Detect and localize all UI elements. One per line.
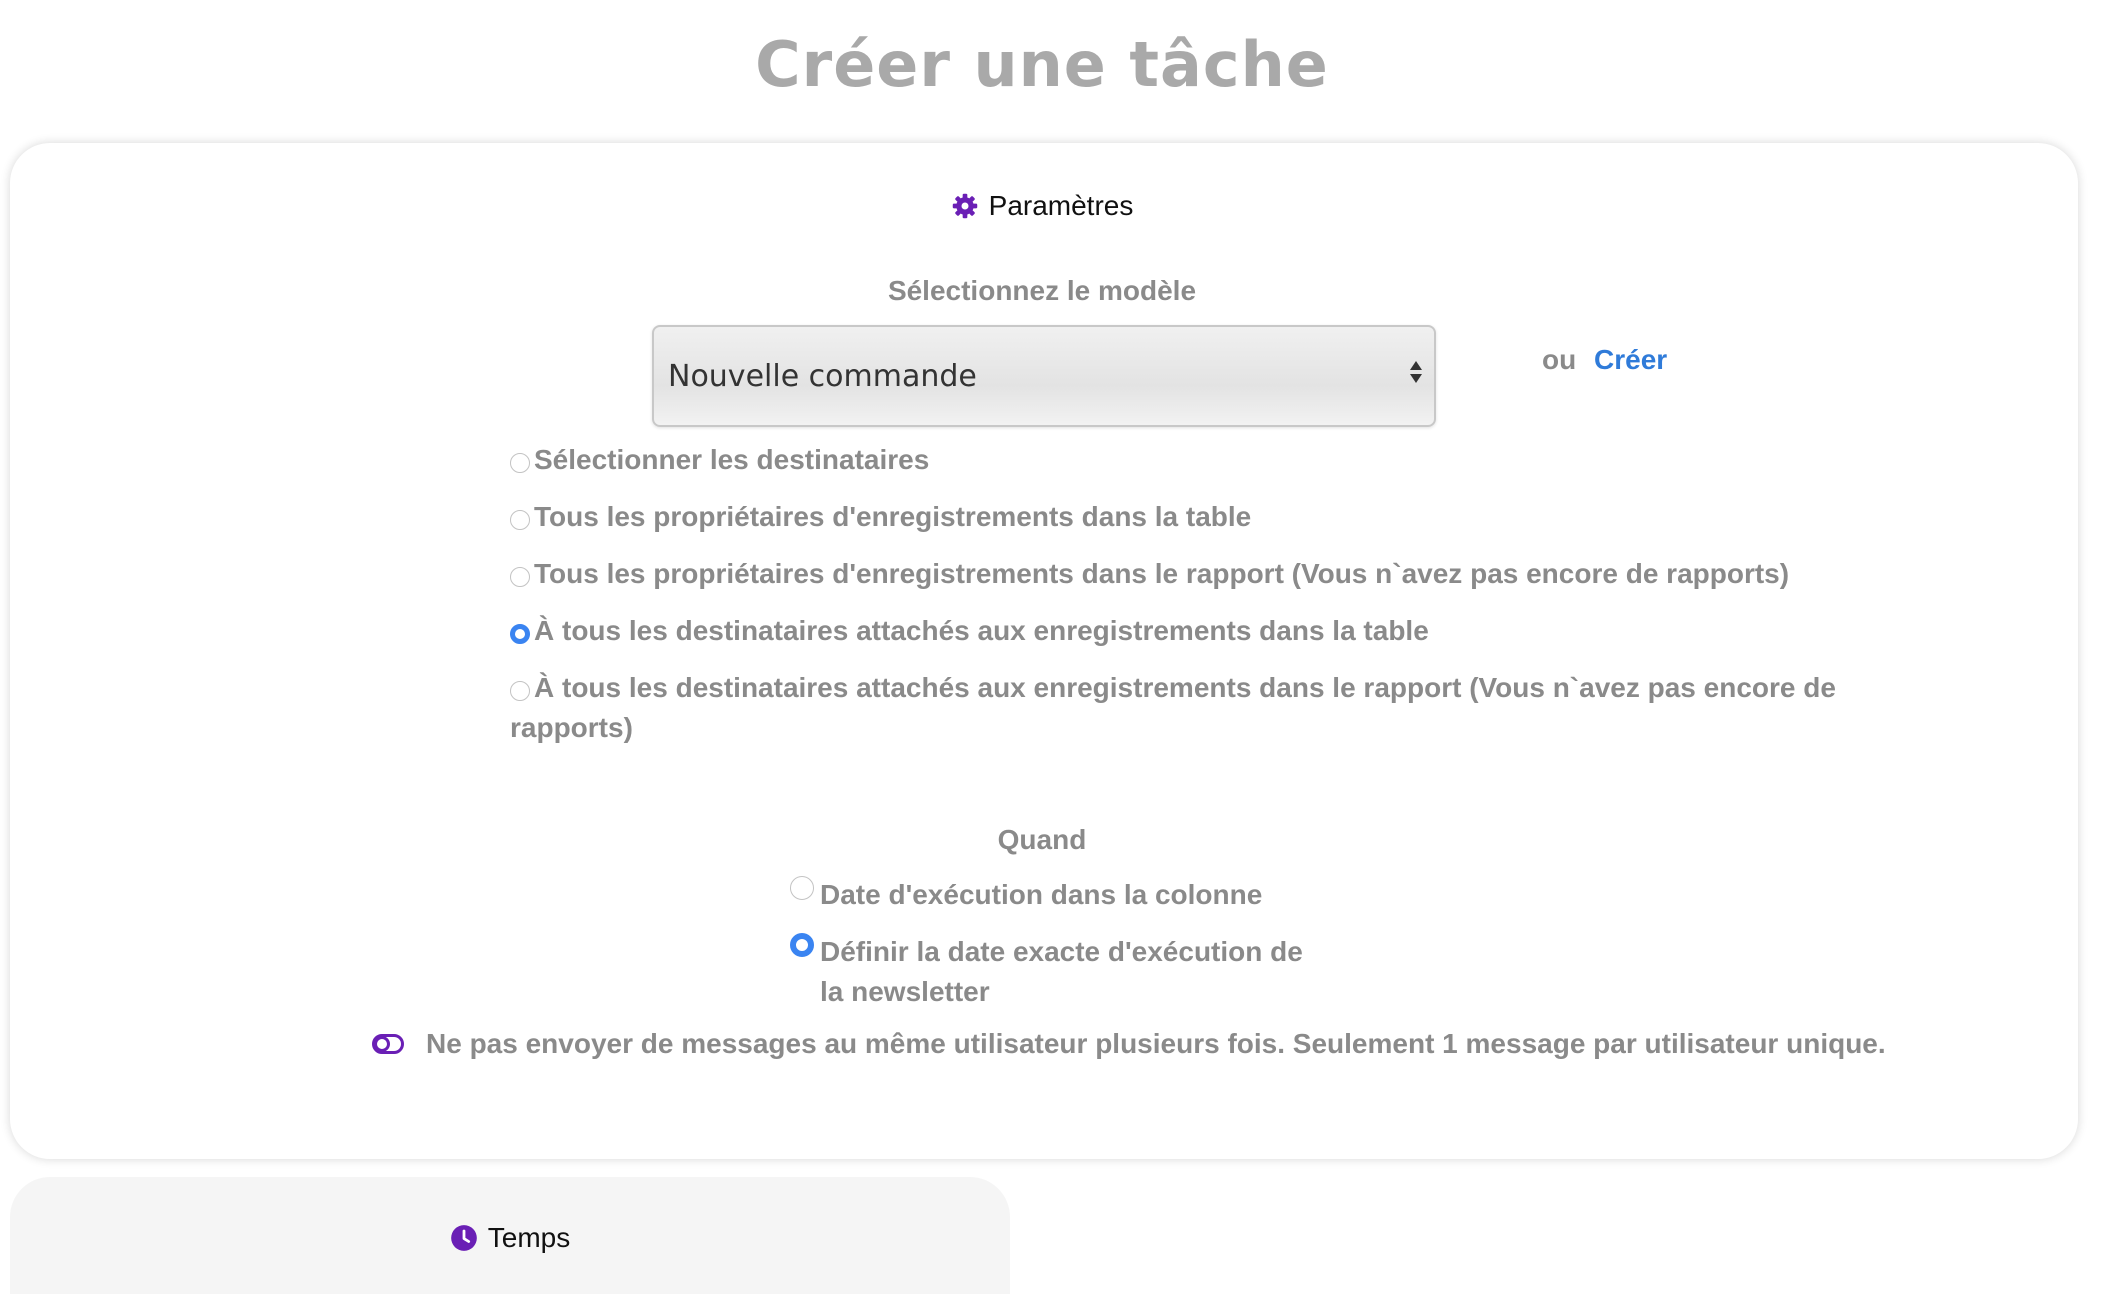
create-task-page: Créer une tâche Paramètres Sélectionnez …	[0, 0, 2120, 1294]
recipient-option[interactable]: Tous les propriétaires d'enregistrements…	[510, 554, 1850, 594]
clock-icon	[450, 1225, 477, 1251]
toggle-icon[interactable]	[372, 1033, 404, 1055]
unique-user-toggle-label: Ne pas envoyer de messages au même utili…	[426, 1028, 1886, 1059]
when-option[interactable]: Date d'exécution dans la colonne	[790, 875, 1330, 915]
when-option-label: Définir la date exacte d'exécution de la…	[820, 936, 1303, 1007]
recipient-option-label: Tous les propriétaires d'enregistrements…	[534, 501, 1252, 532]
template-label: Sélectionnez le modèle	[887, 275, 1197, 306]
parameters-header: Paramètres	[0, 190, 2084, 222]
gear-icon	[952, 193, 977, 219]
recipient-option-label: À tous les destinataires attachés aux en…	[534, 615, 1429, 646]
when-option[interactable]: Définir la date exacte d'exécution de la…	[790, 932, 1330, 1012]
or-text: ou	[1542, 344, 1577, 375]
when-radio-group: Date d'exécution dans la colonne Définir…	[790, 875, 1330, 1029]
radio-button[interactable]	[510, 567, 530, 587]
recipient-option[interactable]: Sélectionner les destinataires	[510, 440, 1850, 480]
select-arrows-icon	[1410, 361, 1422, 383]
radio-button[interactable]	[510, 681, 530, 701]
recipient-option-label: Sélectionner les destinataires	[534, 444, 930, 475]
template-select[interactable]: Nouvelle commande	[652, 325, 1436, 427]
or-create-group: ou Créer	[1542, 344, 1667, 376]
radio-button[interactable]	[510, 453, 530, 473]
recipients-radio-group: Sélectionner les destinataires Tous les …	[510, 440, 1850, 765]
radio-button-selected[interactable]	[790, 933, 814, 957]
page-title: Créer une tâche	[755, 28, 1329, 101]
time-header: Temps	[10, 1222, 1010, 1254]
radio-button-selected[interactable]	[510, 624, 530, 644]
parameters-header-label: Paramètres	[988, 190, 1134, 221]
radio-button[interactable]	[510, 510, 530, 530]
recipient-option[interactable]: Tous les propriétaires d'enregistrements…	[510, 497, 1850, 537]
create-template-link[interactable]: Créer	[1594, 344, 1667, 375]
unique-user-toggle-row[interactable]: Ne pas envoyer de messages au même utili…	[372, 1028, 1886, 1060]
when-label: Quand	[997, 824, 1087, 855]
recipient-option[interactable]: À tous les destinataires attachés aux en…	[510, 668, 1850, 748]
recipient-option-label: Tous les propriétaires d'enregistrements…	[534, 558, 1790, 589]
template-select-value: Nouvelle commande	[668, 358, 977, 394]
when-option-label: Date d'exécution dans la colonne	[820, 879, 1263, 910]
recipient-option[interactable]: À tous les destinataires attachés aux en…	[510, 611, 1850, 651]
recipient-option-label: À tous les destinataires attachés aux en…	[510, 672, 1836, 743]
time-header-label: Temps	[487, 1222, 571, 1253]
radio-button[interactable]	[790, 876, 814, 900]
